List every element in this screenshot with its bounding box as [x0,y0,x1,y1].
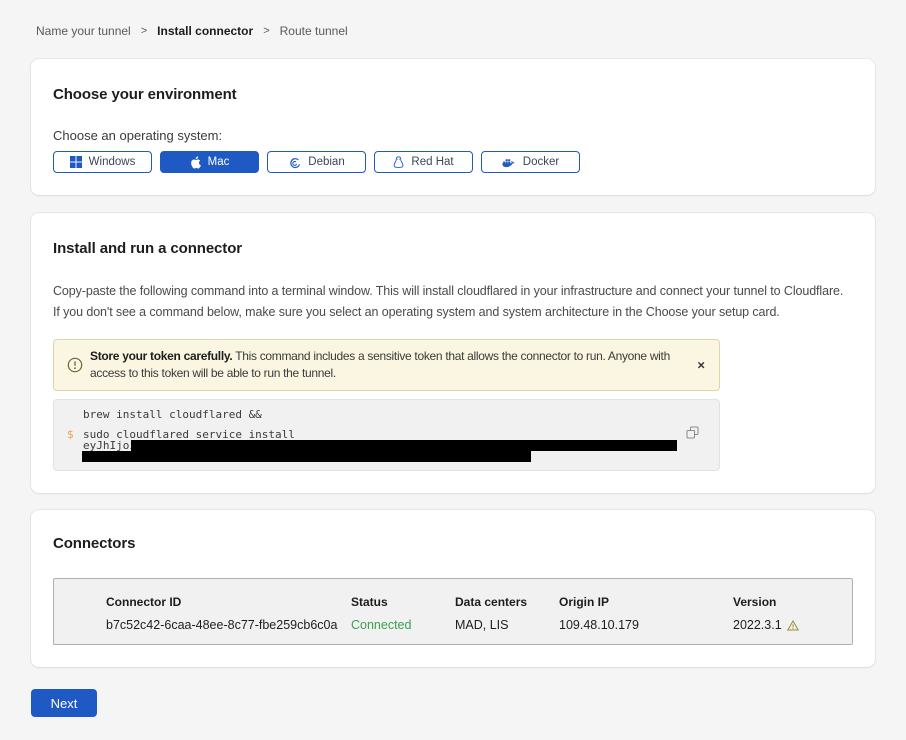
connectors-title: Connectors [53,535,853,552]
warning-title: Store your token carefully. [90,349,232,363]
breadcrumb-separator: > [141,25,147,37]
os-button-label: Red Hat [411,156,453,168]
header-origin-ip: Origin IP [559,595,733,609]
page-content: Choose your environment Choose an operat… [0,59,906,667]
code-line-service-install: sudo cloudflared service install [83,429,703,440]
breadcrumb-route-tunnel[interactable]: Route tunnel [280,24,348,38]
header-status: Status [351,595,455,609]
close-icon[interactable]: × [697,359,705,372]
header-version: Version [733,595,852,609]
code-line-brew: brew install cloudflared && [83,409,703,420]
os-button-label: Debian [308,156,344,168]
warning-triangle-icon [787,620,799,631]
os-button-windows[interactable]: Windows [53,151,152,173]
warning-text: Store your token carefully. This command… [90,348,671,382]
operating-system-label: Choose an operating system: [53,128,853,143]
connector-id-value: b7c52c42-6caa-48ee-8c77-fbe259cb6c0a [106,618,351,632]
redhat-penguin-icon [393,156,404,169]
next-button[interactable]: Next [31,689,97,717]
status-badge: Connected [351,618,455,632]
redacted-token-bar [82,451,531,462]
install-command-code-block: $ brew install cloudflared && sudo cloud… [53,399,720,471]
docker-whale-icon [502,157,516,168]
install-description: Copy-paste the following command into a … [53,281,853,323]
table-row: b7c52c42-6caa-48ee-8c77-fbe259cb6c0a Con… [106,618,852,632]
breadcrumb-install-connector[interactable]: Install connector [157,24,253,38]
connectors-card: Connectors Connector ID Status Data cent… [31,510,875,667]
copy-icon[interactable] [686,426,699,439]
connectors-table-header: Connector ID Status Data centers Origin … [106,595,852,609]
data-centers-value: MAD, LIS [455,618,559,632]
install-connector-title: Install and run a connector [53,240,853,257]
os-button-debian[interactable]: Debian [267,151,366,173]
apple-icon [190,156,201,169]
version-value: 2022.3.1 [733,618,782,632]
terminal-prompt: $ [67,429,74,440]
install-connector-card: Install and run a connector Copy-paste t… [31,213,875,493]
windows-icon [70,156,82,168]
os-button-mac[interactable]: Mac [160,151,259,173]
breadcrumb-name-your-tunnel[interactable]: Name your tunnel [36,24,131,38]
warning-circle-icon [67,357,83,373]
choose-environment-card: Choose your environment Choose an operat… [31,59,875,195]
os-button-row: Windows Mac Debian Red Hat [53,151,853,173]
os-button-redhat[interactable]: Red Hat [374,151,473,173]
os-button-docker[interactable]: Docker [481,151,580,173]
breadcrumb: Name your tunnel > Install connector > R… [0,0,906,38]
header-data-centers: Data centers [455,595,559,609]
token-warning-banner: Store your token carefully. This command… [53,339,720,391]
os-button-label: Windows [89,156,136,168]
header-connector-id: Connector ID [106,595,351,609]
version-cell: 2022.3.1 [733,618,852,632]
connectors-table: Connector ID Status Data centers Origin … [53,578,853,645]
origin-ip-value: 109.48.10.179 [559,618,733,632]
breadcrumb-separator: > [263,25,269,37]
os-button-label: Mac [208,156,230,168]
redacted-token-bar [131,440,677,451]
debian-icon [288,156,301,169]
os-button-label: Docker [523,156,559,168]
choose-environment-title: Choose your environment [53,86,853,103]
